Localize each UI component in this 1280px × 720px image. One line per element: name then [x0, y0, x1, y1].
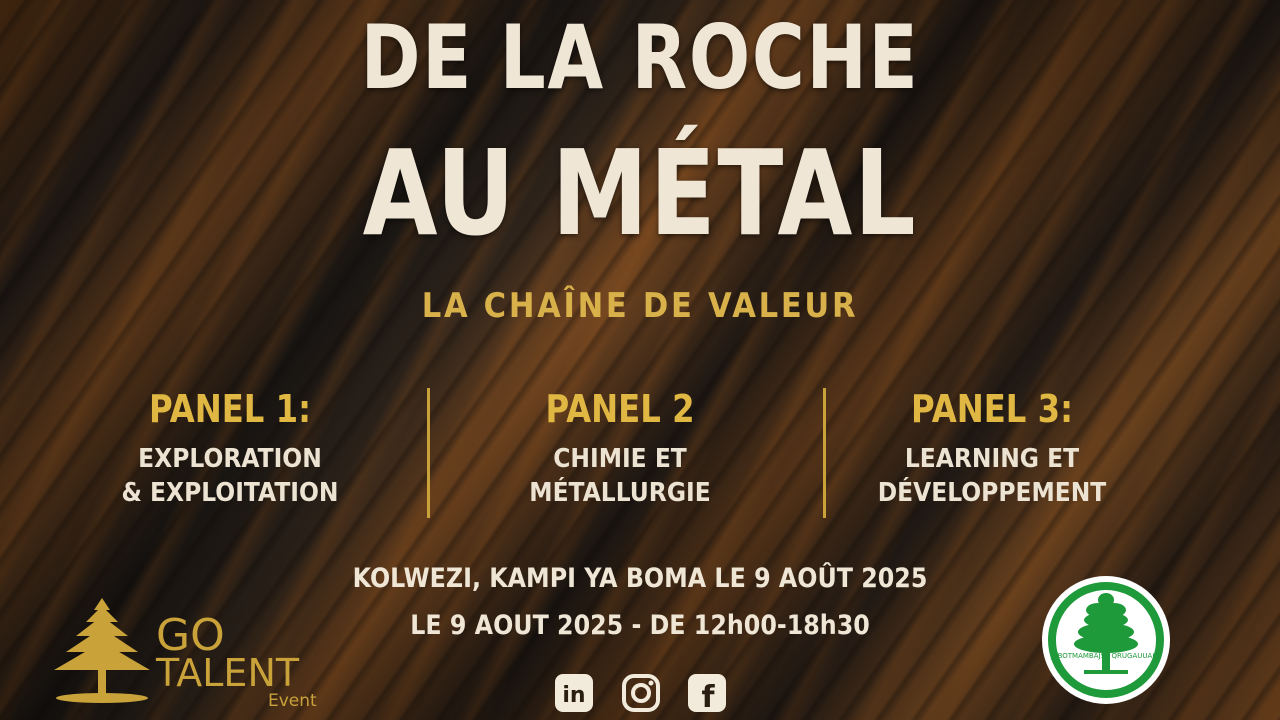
panel-2-desc-line-2: MÉTALLURGIE — [529, 478, 711, 508]
panel-1-title: PANEL 1: — [148, 387, 312, 431]
svg-text:in: in — [562, 683, 585, 708]
linkedin-icon[interactable]: in — [553, 672, 595, 714]
title-line-2: AU MÉTAL — [362, 124, 918, 262]
cedar-tree-icon: GO TALENT Event — [54, 598, 317, 711]
green-circle-logo: JABOTMAMBAJSY QRUGAUUALA — [1040, 574, 1172, 706]
panels: PANEL 1: EXPLORATION & EXPLOITATION PANE… — [40, 384, 1240, 524]
panel-2-title: PANEL 2 — [545, 387, 695, 431]
svg-text:f: f — [701, 680, 715, 714]
title-line-1: DE LA ROCHE — [360, 6, 920, 109]
panel-3-title: PANEL 3: — [910, 387, 1074, 431]
logo-talent-text: TALENT — [155, 651, 300, 695]
subtitle: LA CHAÎNE DE VALEUR — [421, 286, 859, 326]
logo-right-text: JABOTMAMBAJSY QRUGAUUALA — [1050, 652, 1161, 660]
panel-2-desc-line-1: CHIMIE ET — [553, 444, 687, 474]
panel-2: PANEL 2 CHIMIE ET MÉTALLURGIE — [420, 384, 820, 510]
panel-2-description: CHIMIE ET MÉTALLURGIE — [440, 442, 800, 510]
panel-1-desc-line-1: EXPLORATION — [138, 444, 322, 474]
panel-3: PANEL 3: LEARNING ET DÉVELOPPEMENT — [792, 384, 1192, 510]
panel-3-description: LEARNING ET DÉVELOPPEMENT — [812, 442, 1172, 510]
panel-3-desc-line-1: LEARNING ET — [904, 444, 1080, 474]
event-location: KOLWEZI, KAMPI YA BOMA LE 9 AOÛT 2025 — [352, 563, 928, 594]
facebook-icon[interactable]: f — [686, 672, 728, 715]
logo-event-text: Event — [268, 691, 317, 711]
panel-1-description: EXPLORATION & EXPLOITATION — [50, 442, 410, 510]
panel-1: PANEL 1: EXPLORATION & EXPLOITATION — [30, 384, 430, 510]
panel-1-desc-line-2: & EXPLOITATION — [121, 478, 339, 508]
instagram-icon[interactable] — [620, 672, 662, 714]
poster: DE LA ROCHE AU MÉTAL LA CHAÎNE DE VALEUR… — [0, 0, 1280, 720]
panel-3-desc-line-2: DÉVELOPPEMENT — [877, 478, 1107, 508]
go-talent-logo: GO TALENT Event — [46, 596, 346, 714]
